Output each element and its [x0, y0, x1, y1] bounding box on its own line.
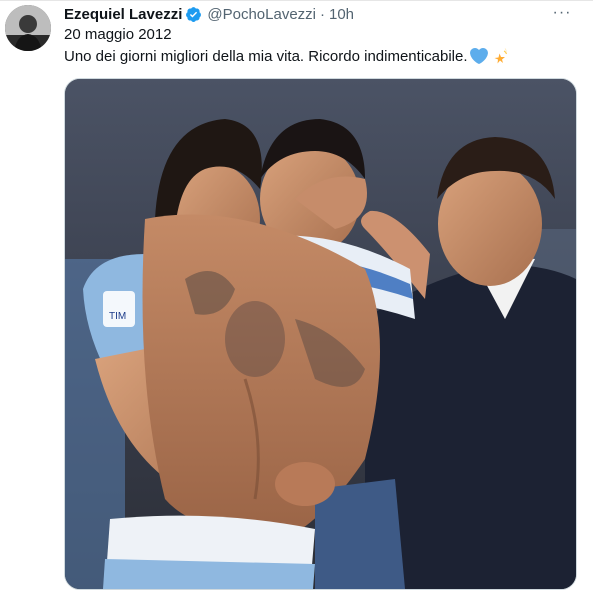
avatar-image: [5, 5, 51, 51]
tweet-text-body: Uno dei giorni migliori della mia vita. …: [64, 47, 468, 65]
celebration-photo-image: TIM: [65, 79, 576, 589]
dizzy-star-icon: [494, 48, 507, 64]
shirt-patch-text: TIM: [109, 311, 126, 322]
more-options-icon[interactable]: ···: [549, 3, 575, 23]
user-handle[interactable]: @PochoLavezzi: [207, 6, 316, 23]
timestamp[interactable]: 10h: [329, 6, 354, 23]
display-name[interactable]: Ezequiel Lavezzi: [64, 6, 182, 23]
tweet-header: Ezequiel Lavezzi @PochoLavezzi · 10h: [64, 4, 354, 24]
top-divider: [0, 0, 593, 1]
blue-heart-icon: [469, 47, 488, 65]
separator-dot: ·: [320, 5, 325, 23]
tweet-photo[interactable]: TIM: [64, 78, 577, 590]
tweet-text-line-2: Uno dei giorni migliori della mia vita. …: [64, 47, 508, 65]
avatar[interactable]: [5, 5, 51, 51]
verified-badge-icon: [186, 6, 202, 22]
tweet-text-line-1: 20 maggio 2012: [64, 26, 172, 43]
